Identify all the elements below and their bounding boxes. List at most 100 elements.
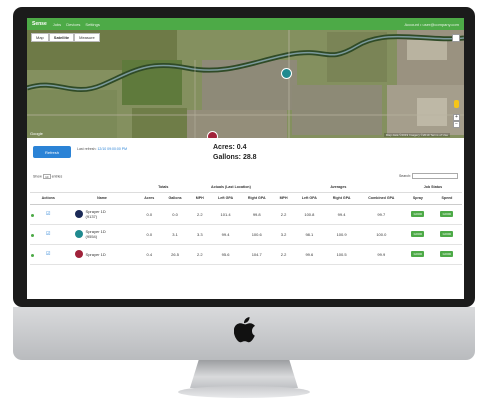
online-dot xyxy=(31,233,34,237)
cell-mph: 3.3 xyxy=(189,224,211,245)
col-name[interactable]: Name xyxy=(66,192,138,205)
device-id: (9554) xyxy=(85,234,98,239)
cell-left-gpa: 99.4 xyxy=(210,224,241,245)
sprayer-marker-red[interactable] xyxy=(207,131,218,138)
col-spray[interactable]: Spray xyxy=(403,192,432,205)
top-navbar: Sense Jobs Devices Settings Account • us… xyxy=(27,18,464,30)
refresh-button[interactable]: Refresh xyxy=(33,146,71,158)
edit-icon[interactable]: ☑ xyxy=(46,211,50,217)
cell-left-gpa: 101.4 xyxy=(210,204,241,225)
last-refresh-time: 12/10 09:00:00 PM xyxy=(97,147,128,151)
cell-avg-right-gpa: 100.9 xyxy=(324,224,359,245)
nav-item-jobs[interactable]: Jobs xyxy=(53,22,61,27)
col-combined-gpa[interactable]: Combined GPA xyxy=(358,192,404,205)
table-body: ☑ Sprayer 1D (9137) 0.0 0.0 2.2 101.4 99.… xyxy=(30,204,462,265)
table-row[interactable]: ☑ Sprayer 1D (9554) 0.0 3.1 3.3 99.4 100.… xyxy=(30,224,462,245)
zoom-control: + − xyxy=(453,114,460,128)
cell-combined-gpa: 100.0 xyxy=(358,224,404,245)
entries-select[interactable]: 10 xyxy=(42,174,51,179)
cell-combined-gpa: 99.7 xyxy=(358,204,404,225)
table-search: Search: xyxy=(399,173,458,179)
controls-bar: Refresh Last refresh: 12/10 09:00:00 PM … xyxy=(27,138,464,182)
acres-total: Acres: 0.4 xyxy=(213,144,247,151)
cell-right-gpa: 100.6 xyxy=(240,224,273,245)
cell-combined-gpa: 99.9 xyxy=(358,244,404,265)
cell-gallons: 26.5 xyxy=(161,244,190,265)
nav-item-devices[interactable]: Devices xyxy=(66,22,80,27)
zoom-in-button[interactable]: + xyxy=(453,114,460,121)
google-logo: Google xyxy=(30,131,43,136)
gallons-total: Gallons: 28.8 xyxy=(213,154,257,161)
apple-logo-icon xyxy=(234,317,255,343)
monitor-stand-foot xyxy=(178,386,310,398)
tab-measure[interactable]: Measure xyxy=(74,33,100,42)
cell-acres: 0.0 xyxy=(137,204,162,225)
spray-status-badge: GOOD xyxy=(411,251,425,257)
spray-status-badge: GOOD xyxy=(411,231,425,237)
device-color-badge xyxy=(74,210,83,218)
col-actions[interactable]: Actions xyxy=(30,192,67,205)
cell-avg-mph: 2.2 xyxy=(272,204,295,225)
col-avg-mph[interactable]: MPH xyxy=(272,192,295,205)
cell-gallons: 3.1 xyxy=(161,224,190,245)
totals-summary: Acres: 0.4 Gallons: 28.8 xyxy=(213,143,257,163)
sprayer-table: Totals Actuals (Last Location) Averages … xyxy=(30,182,462,265)
col-right-gpa[interactable]: Right GPA xyxy=(240,192,273,205)
col-avg-left-gpa[interactable]: Left GPA xyxy=(294,192,325,205)
cell-right-gpa: 99.8 xyxy=(240,204,273,225)
user-account-link[interactable]: Account • user@company.com xyxy=(404,22,459,27)
table-row[interactable]: ☑ Sprayer 1D 0.4 26.5 2.2 95.6 104.7 2.2… xyxy=(30,244,462,265)
cell-acres: 0.4 xyxy=(137,244,162,265)
device-name[interactable]: Sprayer 1D xyxy=(86,252,106,257)
online-dot xyxy=(31,253,34,257)
pegman-icon[interactable] xyxy=(454,100,459,108)
map-imagery xyxy=(27,30,464,138)
tab-map[interactable]: Map xyxy=(31,33,49,42)
col-speed[interactable]: Speed xyxy=(431,192,462,205)
cell-avg-mph: 3.2 xyxy=(272,224,295,245)
spray-status-badge: GOOD xyxy=(411,211,425,217)
fullscreen-icon[interactable] xyxy=(452,34,460,42)
monitor-stand-neck xyxy=(190,360,298,388)
cell-left-gpa: 95.6 xyxy=(210,244,241,265)
device-color-badge xyxy=(74,230,83,238)
col-avg-right-gpa[interactable]: Right GPA xyxy=(324,192,359,205)
col-left-gpa[interactable]: Left GPA xyxy=(210,192,241,205)
edit-icon[interactable]: ☑ xyxy=(46,251,50,257)
cell-gallons: 0.0 xyxy=(161,204,190,225)
satellite-map[interactable]: Map Satellite Measure + − Google Map dat… xyxy=(27,30,464,138)
search-input[interactable] xyxy=(412,173,458,179)
cell-mph: 2.2 xyxy=(189,204,211,225)
last-refresh-label: Last refresh: xyxy=(77,147,97,151)
entries-length: Show 10 entries xyxy=(33,174,62,179)
speed-status-badge: GOOD xyxy=(440,211,454,217)
cell-acres: 0.0 xyxy=(137,224,162,245)
group-job-status: Job Status xyxy=(403,182,462,193)
cell-mph: 2.2 xyxy=(189,244,211,265)
speed-status-badge: GOOD xyxy=(440,231,454,237)
cell-avg-mph: 2.2 xyxy=(272,244,295,265)
table-row[interactable]: ☑ Sprayer 1D (9137) 0.0 0.0 2.2 101.4 99.… xyxy=(30,204,462,225)
device-id: (9137) xyxy=(85,214,98,219)
nav-item-settings[interactable]: Settings xyxy=(85,22,99,27)
zoom-out-button[interactable]: − xyxy=(453,121,460,128)
group-actuals: Actuals (Last Location) xyxy=(189,182,273,193)
cell-avg-right-gpa: 100.5 xyxy=(324,244,359,265)
col-mph[interactable]: MPH xyxy=(189,192,211,205)
online-dot xyxy=(31,213,34,217)
map-attribution[interactable]: Map data ©2019 Imagery ©2019 Terms of Us… xyxy=(383,133,450,137)
screen: Sense Jobs Devices Settings Account • us… xyxy=(27,18,464,299)
cell-right-gpa: 104.7 xyxy=(240,244,273,265)
map-type-tabs: Map Satellite Measure xyxy=(31,33,100,42)
speed-status-badge: GOOD xyxy=(440,251,454,257)
col-acres[interactable]: Acres xyxy=(137,192,162,205)
brand-logo[interactable]: Sense xyxy=(32,21,47,27)
col-gallons[interactable]: Gallons xyxy=(161,192,190,205)
search-label: Search: xyxy=(398,173,412,178)
tab-satellite[interactable]: Satellite xyxy=(48,33,75,42)
cell-avg-right-gpa: 99.4 xyxy=(324,204,359,225)
sprayer-marker-teal[interactable] xyxy=(281,68,292,79)
cell-avg-left-gpa: 99.6 xyxy=(294,244,325,265)
device-color-badge xyxy=(74,250,83,258)
edit-icon[interactable]: ☑ xyxy=(46,231,50,237)
